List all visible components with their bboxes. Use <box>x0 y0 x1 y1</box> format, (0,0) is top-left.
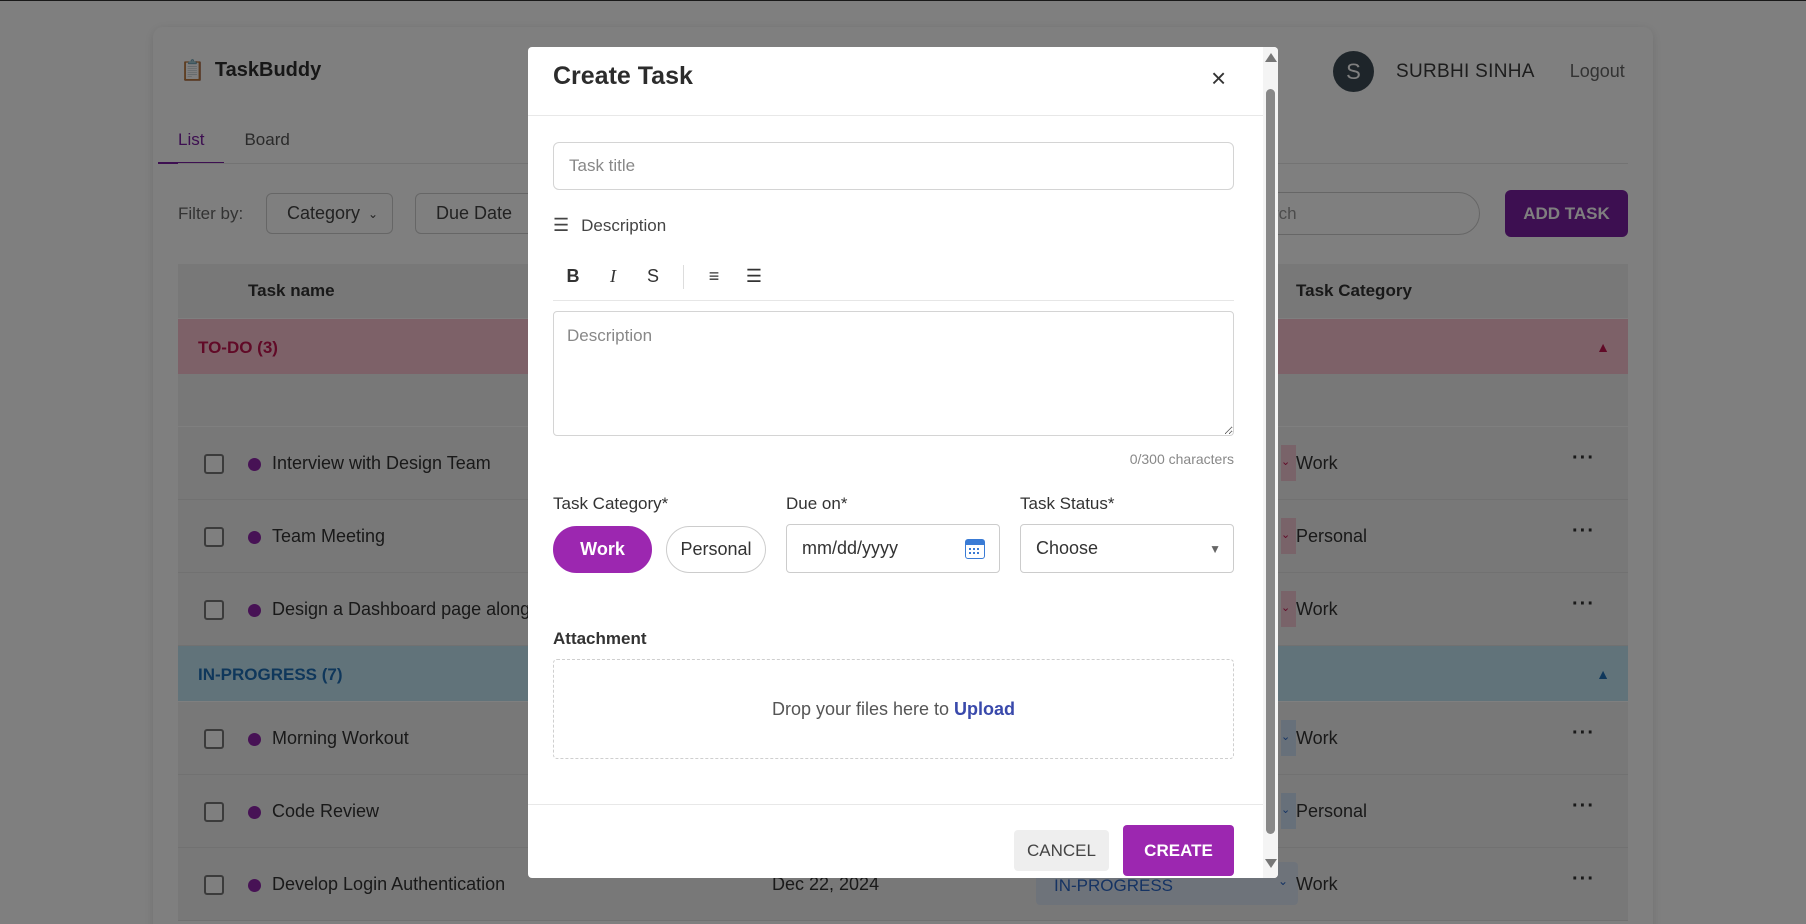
upload-link[interactable]: Upload <box>954 699 1015 720</box>
italic-button[interactable]: I <box>593 262 633 292</box>
attachment-label: Attachment <box>553 629 647 648</box>
bullet-list-button[interactable]: ☰ <box>734 262 774 292</box>
task-title-input[interactable] <box>553 142 1234 190</box>
caret-down-icon: ▼ <box>1209 542 1221 556</box>
description-label: Description <box>581 215 667 235</box>
task-category-label: Task Category* <box>553 494 669 513</box>
category-work-chip[interactable]: Work <box>553 526 652 573</box>
task-status-value: Choose <box>1036 538 1099 558</box>
strikethrough-button[interactable]: S <box>633 262 673 292</box>
task-status-select[interactable]: Choose ▼ <box>1020 524 1234 573</box>
drop-text: Drop your files here to <box>771 698 950 719</box>
calendar-icon[interactable] <box>965 539 985 559</box>
create-button[interactable]: CREATE <box>1123 825 1234 876</box>
create-task-modal: Create Task × ☰ Description B I S ≡ ☰ 0/… <box>528 47 1278 878</box>
scroll-down-icon[interactable] <box>1265 859 1277 868</box>
character-count: 0/300 characters <box>1129 451 1234 467</box>
ordered-list-button[interactable]: ≡ <box>694 262 734 292</box>
modal-header: Create Task × <box>528 47 1263 116</box>
formatting-toolbar: B I S ≡ ☰ <box>553 253 1234 301</box>
scroll-thumb[interactable] <box>1266 89 1275 834</box>
due-date-placeholder: mm/dd/yyyy <box>802 538 899 558</box>
modal-scrollbar[interactable] <box>1263 47 1278 878</box>
close-icon[interactable]: × <box>1211 63 1226 94</box>
menu-icon: ☰ <box>553 215 570 235</box>
due-on-label: Due on* <box>786 494 848 513</box>
modal-title: Create Task <box>553 62 693 90</box>
category-personal-chip[interactable]: Personal <box>666 526 766 573</box>
toolbar-divider <box>683 264 684 289</box>
modal-footer: CANCEL CREATE <box>528 804 1263 878</box>
cancel-button[interactable]: CANCEL <box>1014 830 1109 871</box>
task-status-label: Task Status* <box>1020 494 1115 513</box>
bold-button[interactable]: B <box>553 262 593 292</box>
due-date-input[interactable]: mm/dd/yyyy <box>786 524 1000 573</box>
description-label-row: ☰ Description <box>553 215 666 236</box>
scroll-up-icon[interactable] <box>1265 53 1277 62</box>
description-textarea[interactable] <box>553 311 1234 436</box>
file-dropzone[interactable]: Drop your files here to Upload <box>553 659 1234 759</box>
